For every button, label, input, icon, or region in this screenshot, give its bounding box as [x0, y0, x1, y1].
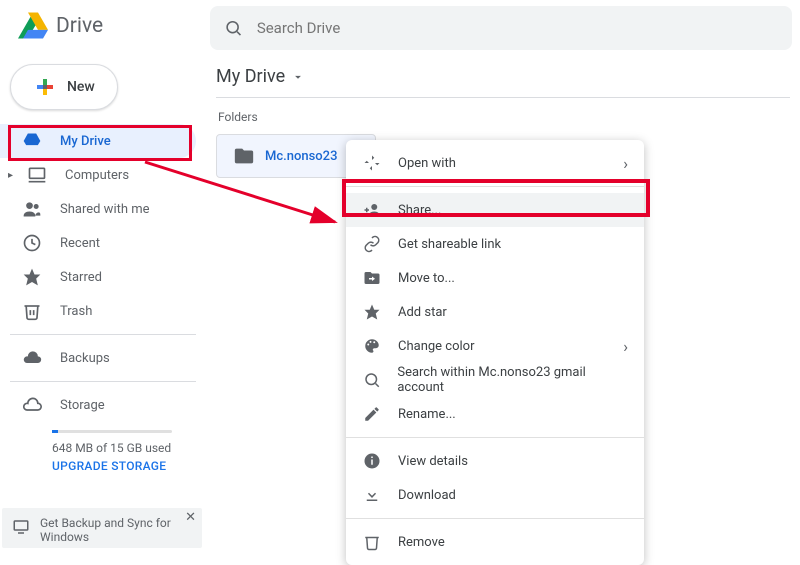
menu-search-within[interactable]: Search within Mc.nonso23 gmail account: [346, 363, 644, 397]
new-button-label: New: [67, 79, 95, 95]
nav-shared-with-me[interactable]: Shared with me: [0, 192, 196, 226]
drive-icon: [22, 131, 42, 151]
trash-icon: [22, 301, 42, 321]
expand-caret-icon: ▸: [8, 170, 13, 181]
clock-icon: [22, 233, 42, 253]
palette-icon: [362, 336, 382, 356]
plus-icon: [33, 75, 57, 99]
search-bar[interactable]: [210, 6, 792, 50]
search-icon: [362, 370, 381, 390]
close-icon[interactable]: ✕: [185, 510, 196, 525]
download-icon: [362, 485, 382, 505]
people-icon: [22, 199, 42, 219]
menu-download[interactable]: Download: [346, 478, 644, 512]
menu-add-star[interactable]: Add star: [346, 295, 644, 329]
rename-icon: [362, 404, 382, 424]
search-input[interactable]: [257, 19, 778, 37]
menu-get-link[interactable]: Get shareable link: [346, 227, 644, 261]
search-icon: [224, 18, 243, 38]
nav-trash[interactable]: Trash: [0, 294, 196, 328]
breadcrumb[interactable]: My Drive: [216, 66, 790, 98]
drive-logo-icon: [18, 11, 48, 41]
link-icon: [362, 234, 382, 254]
nav-starred[interactable]: Starred: [0, 260, 196, 294]
info-icon: [362, 451, 382, 471]
new-button[interactable]: New: [10, 64, 118, 110]
folder-icon: [233, 145, 255, 167]
menu-view-details[interactable]: View details: [346, 444, 644, 478]
snackbar[interactable]: Get Backup and Sync for Windows ✕: [2, 508, 202, 548]
storage-meter: 648 MB of 15 GB used UPGRADE STORAGE: [0, 422, 210, 473]
open-with-icon: [362, 153, 382, 173]
brand-title: Drive: [56, 14, 103, 38]
sidebar: New My Drive ▸ Computers Shared with me …: [0, 52, 210, 548]
chevron-right-icon: ›: [623, 337, 628, 356]
star-icon: [22, 267, 42, 287]
nav-storage[interactable]: Storage: [0, 388, 196, 422]
menu-change-color[interactable]: Change color ›: [346, 329, 644, 363]
menu-rename[interactable]: Rename...: [346, 397, 644, 431]
folder-move-icon: [362, 268, 382, 288]
menu-move-to[interactable]: Move to...: [346, 261, 644, 295]
nav-computers[interactable]: ▸ Computers: [0, 158, 196, 192]
monitor-icon: [12, 518, 30, 536]
app-header: Drive: [0, 0, 800, 52]
chevron-right-icon: ›: [623, 154, 628, 173]
nav-my-drive[interactable]: My Drive: [0, 124, 196, 158]
cloud-icon: [22, 348, 42, 368]
nav-backups[interactable]: Backups: [0, 341, 196, 375]
menu-share[interactable]: Share...: [346, 193, 644, 227]
star-icon: [362, 302, 382, 322]
main-content: My Drive Folders Mc.nonso23 Open with › …: [210, 52, 800, 548]
storage-text: 648 MB of 15 GB used: [52, 441, 196, 455]
nav-list: My Drive ▸ Computers Shared with me Rece…: [0, 124, 210, 473]
folders-label: Folders: [218, 110, 800, 124]
person-add-icon: [362, 200, 382, 220]
context-menu: Open with › Share... Get shareable link …: [346, 140, 644, 565]
dropdown-caret-icon: [291, 70, 305, 84]
trash-icon: [362, 532, 382, 552]
menu-remove[interactable]: Remove: [346, 525, 644, 559]
folder-name: Mc.nonso23: [265, 149, 337, 164]
cloud-outline-icon: [22, 395, 42, 415]
upgrade-storage-link[interactable]: UPGRADE STORAGE: [52, 459, 196, 473]
computer-icon: [27, 165, 47, 185]
brand[interactable]: Drive: [0, 11, 210, 41]
nav-recent[interactable]: Recent: [0, 226, 196, 260]
menu-open-with[interactable]: Open with ›: [346, 146, 644, 180]
